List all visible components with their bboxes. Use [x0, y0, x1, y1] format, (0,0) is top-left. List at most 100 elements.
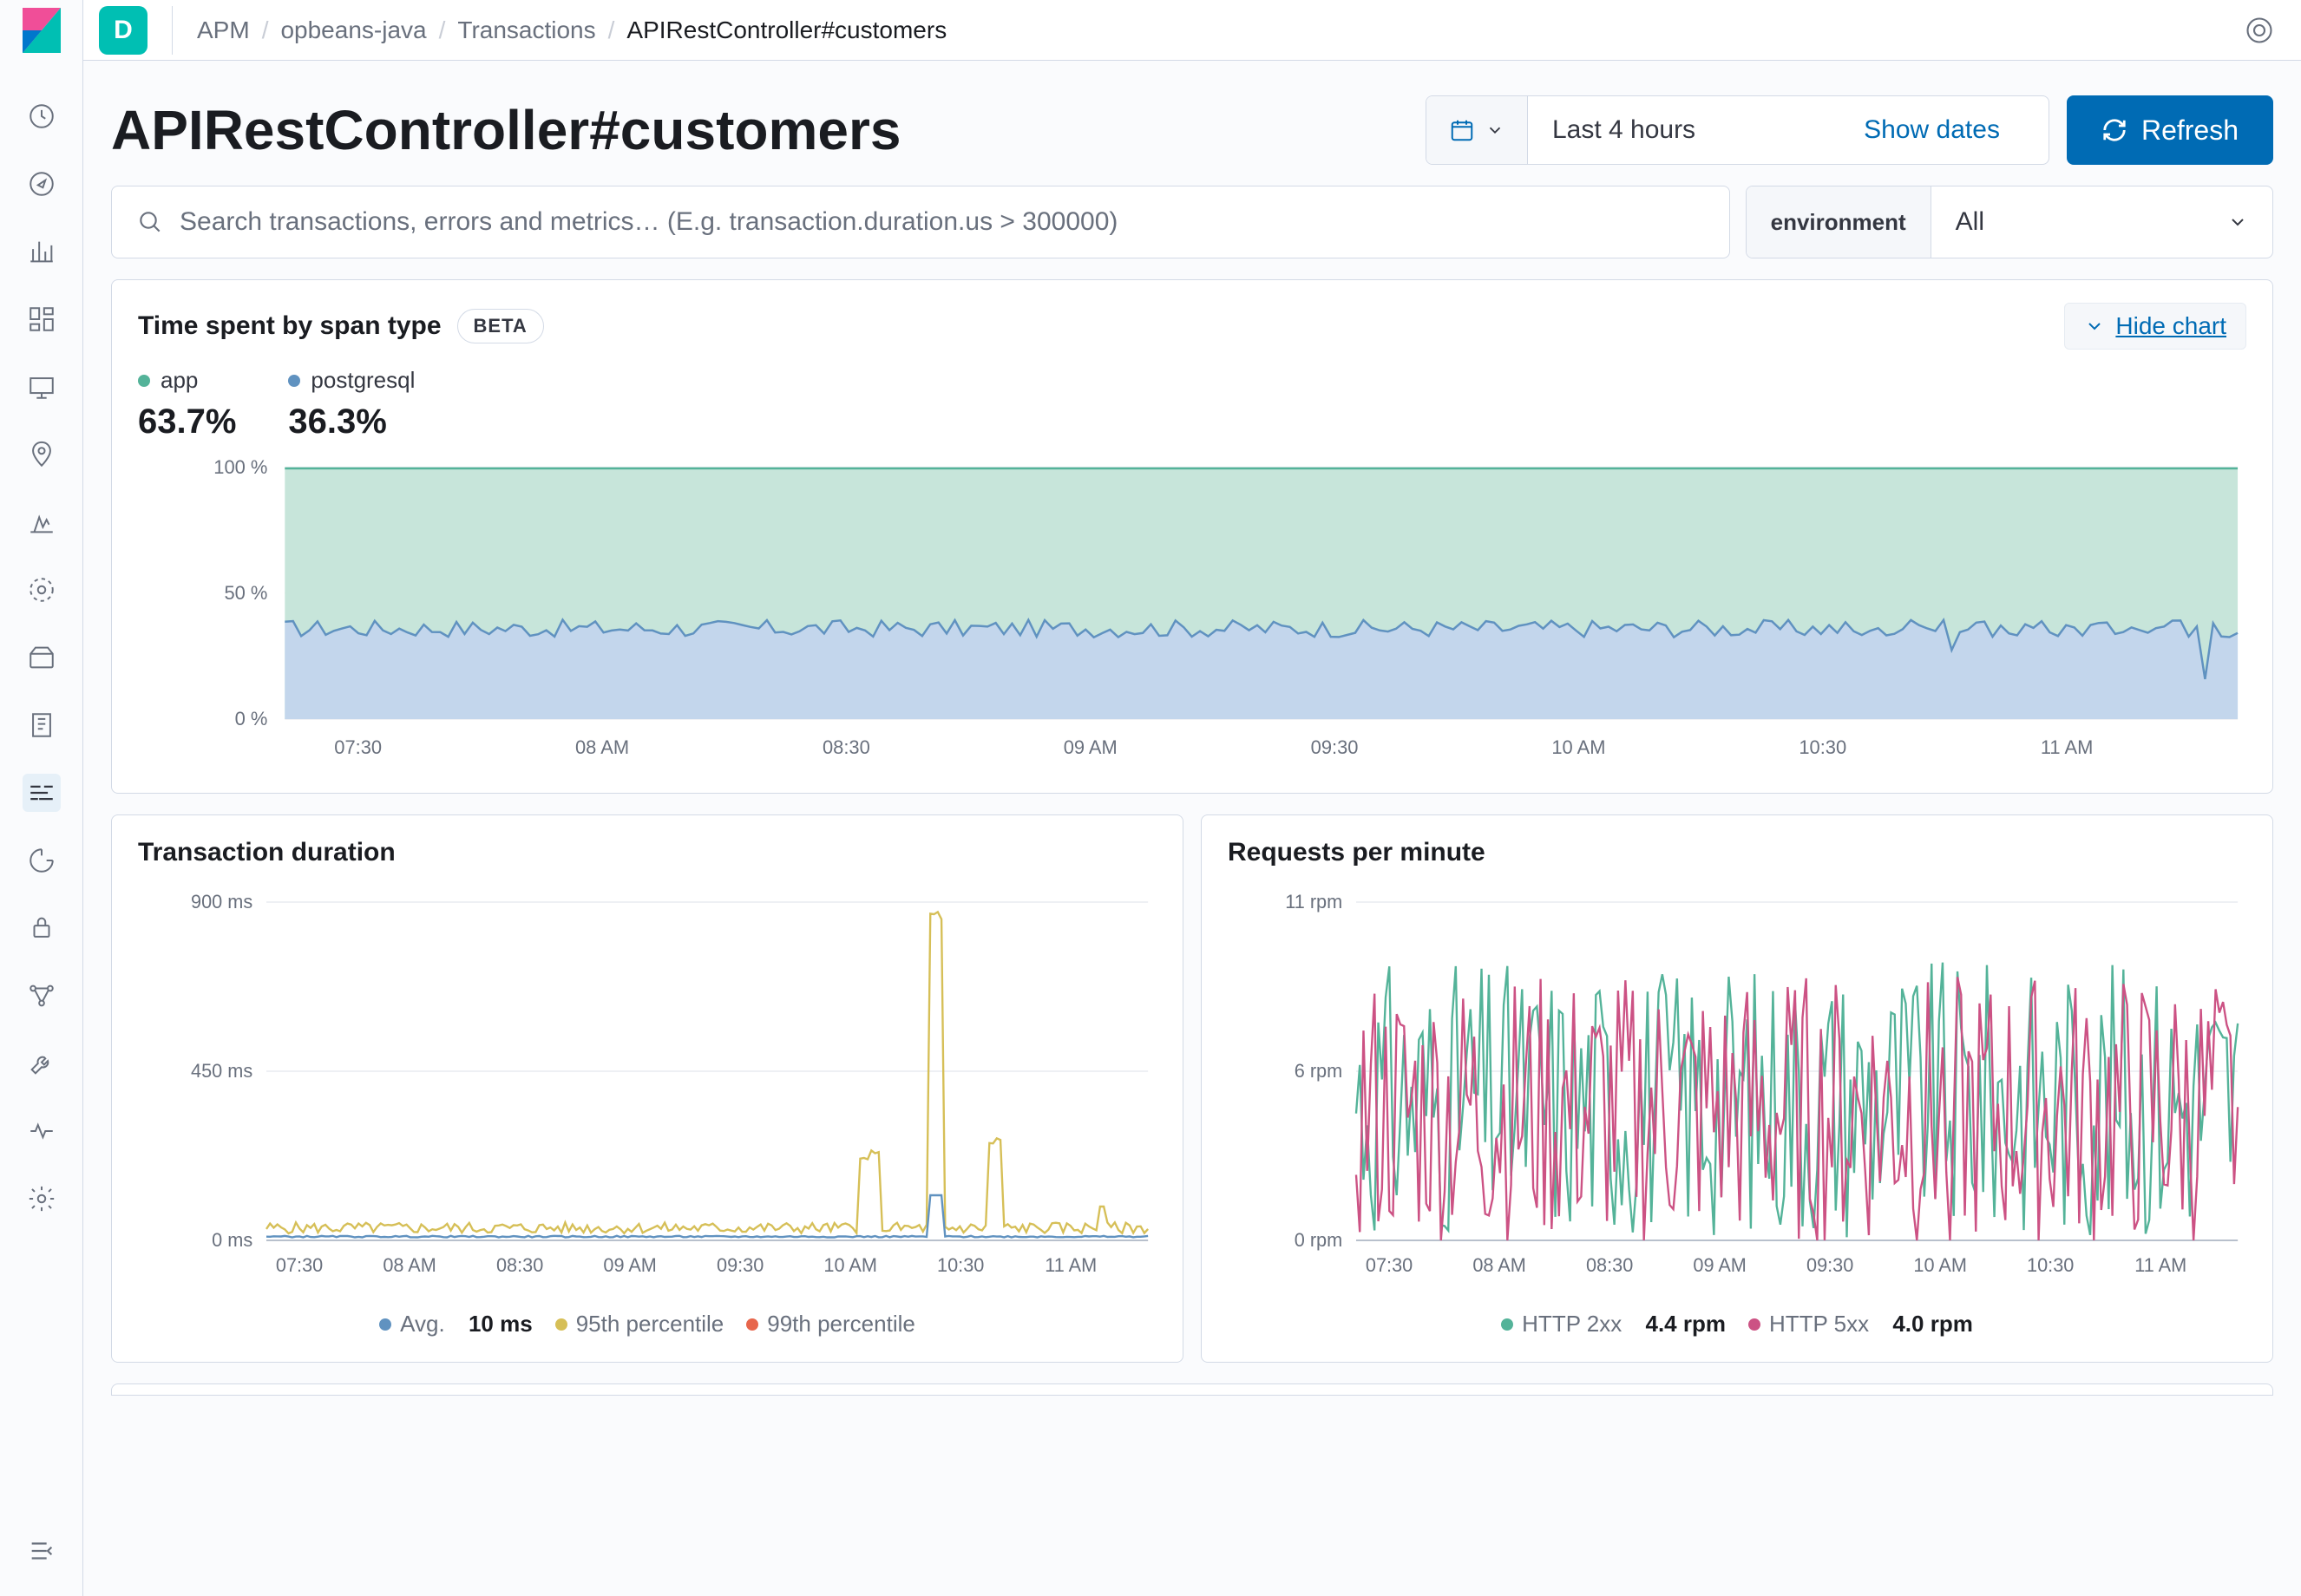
- legend-item-postgresql: postgresql 36.3%: [288, 367, 415, 442]
- span-chart: 100 %50 %0 %07:3008 AM08:3009 AM09:3010 …: [138, 459, 2246, 775]
- transaction-duration-panel: Transaction duration 900 ms450 ms0 ms07:…: [111, 814, 1183, 1363]
- metrics-icon[interactable]: [23, 706, 61, 744]
- logs-icon[interactable]: [23, 638, 61, 677]
- breadcrumb-service[interactable]: opbeans-java: [280, 16, 426, 44]
- svg-text:11 rpm: 11 rpm: [1285, 891, 1342, 912]
- duration-legend: Avg. 10 ms 95th percentile 99th percenti…: [138, 1311, 1157, 1338]
- svg-text:08 AM: 08 AM: [383, 1254, 436, 1276]
- breadcrumb-apm[interactable]: APM: [197, 16, 250, 44]
- breadcrumb-current: APIRestController#customers: [626, 16, 947, 44]
- refresh-button[interactable]: Refresh: [2067, 95, 2273, 165]
- svg-text:100 %: 100 %: [213, 459, 267, 478]
- maps-icon[interactable]: [23, 435, 61, 474]
- svg-text:08:30: 08:30: [823, 736, 870, 758]
- datepicker-value[interactable]: Last 4 hours Show dates: [1528, 96, 2049, 164]
- management-icon[interactable]: [23, 1180, 61, 1218]
- legend-item-app: app 63.7%: [138, 367, 236, 442]
- svg-text:0 ms: 0 ms: [212, 1229, 252, 1251]
- svg-text:11 AM: 11 AM: [2041, 736, 2093, 758]
- canvas-icon[interactable]: [23, 368, 61, 406]
- svg-text:0 rpm: 0 rpm: [1295, 1229, 1342, 1251]
- chevron-down-icon: [2227, 212, 2248, 232]
- environment-select[interactable]: All: [1931, 186, 2272, 258]
- super-datepicker: Last 4 hours Show dates: [1426, 95, 2049, 165]
- span-type-panel: Time spent by span type BETA Hide chart …: [111, 279, 2273, 794]
- newsfeed-icon[interactable]: [2242, 13, 2277, 48]
- svg-text:07:30: 07:30: [276, 1254, 323, 1276]
- svg-text:07:30: 07:30: [1366, 1254, 1413, 1276]
- rpm-chart: 11 rpm6 rpm0 rpm07:3008 AM08:3009 AM09:3…: [1228, 885, 2246, 1297]
- dashboard-icon[interactable]: [23, 300, 61, 338]
- span-panel-title: Time spent by span type: [138, 311, 442, 341]
- svg-text:10:30: 10:30: [1799, 736, 1846, 758]
- graph-icon[interactable]: [23, 977, 61, 1015]
- breadcrumbs: APM / opbeans-java / Transactions / APIR…: [197, 16, 947, 44]
- space-selector[interactable]: D: [99, 6, 148, 55]
- duration-chart: 900 ms 450 ms 0 ms 07:30 08 AM 08:30 09 AM 09:3…: [138, 885, 1157, 1297]
- chevron-down-icon: [1485, 121, 1504, 140]
- collapse-sidebar-icon[interactable]: [23, 1532, 61, 1570]
- monitoring-icon[interactable]: [23, 1112, 61, 1150]
- siem-icon[interactable]: [23, 909, 61, 947]
- svg-text:900 ms: 900 ms: [191, 891, 252, 912]
- svg-text:10:30: 10:30: [2027, 1254, 2074, 1276]
- rpm-title: Requests per minute: [1228, 838, 1485, 867]
- beta-badge: BETA: [457, 309, 544, 343]
- visualize-icon[interactable]: [23, 232, 61, 271]
- search-input[interactable]: [180, 207, 1705, 237]
- sidebar: [0, 0, 83, 1596]
- uptime-icon[interactable]: [23, 841, 61, 880]
- svg-text:09 AM: 09 AM: [603, 1254, 657, 1276]
- ml-icon[interactable]: [23, 503, 61, 541]
- recent-icon[interactable]: [23, 97, 61, 135]
- search-icon: [136, 208, 164, 236]
- apm-icon[interactable]: [23, 774, 61, 812]
- legend-pct-postgresql: 36.3%: [288, 402, 415, 442]
- topbar: D APM / opbeans-java / Transactions / AP…: [83, 0, 2301, 61]
- devtools-icon[interactable]: [23, 1044, 61, 1083]
- svg-text:08:30: 08:30: [496, 1254, 543, 1276]
- svg-text:6 rpm: 6 rpm: [1295, 1060, 1342, 1082]
- divider: [172, 6, 173, 55]
- kibana-logo[interactable]: [0, 0, 83, 61]
- chevron-down-icon: [2084, 316, 2105, 337]
- svg-text:09:30: 09:30: [717, 1254, 764, 1276]
- discover-icon[interactable]: [23, 165, 61, 203]
- refresh-icon: [2101, 117, 2127, 143]
- legend-avg: Avg. 10 ms: [379, 1311, 533, 1338]
- hide-chart-button[interactable]: Hide chart: [2064, 303, 2246, 350]
- next-panel-cutoff: [111, 1383, 2273, 1396]
- svg-text:08:30: 08:30: [1586, 1254, 1633, 1276]
- calendar-icon: [1449, 117, 1475, 143]
- environment-filter: environment All: [1746, 186, 2273, 258]
- svg-text:10:30: 10:30: [937, 1254, 984, 1276]
- page-header: APIRestController#customers Last 4 hours…: [111, 95, 2273, 165]
- page-title: APIRestController#customers: [111, 98, 1408, 162]
- svg-text:07:30: 07:30: [334, 736, 382, 758]
- legend-2xx: HTTP 2xx 4.4 rpm: [1501, 1311, 1726, 1338]
- environment-label: environment: [1747, 186, 1931, 258]
- search-box: [111, 186, 1730, 258]
- svg-text:50 %: 50 %: [224, 582, 267, 604]
- legend-95th: 95th percentile: [555, 1311, 724, 1338]
- svg-text:11 AM: 11 AM: [2134, 1254, 2186, 1276]
- svg-text:11 AM: 11 AM: [1045, 1254, 1097, 1276]
- span-legend: app 63.7% postgresql 36.3%: [138, 367, 2246, 442]
- svg-text:09 AM: 09 AM: [1064, 736, 1118, 758]
- quickselect-button[interactable]: [1426, 96, 1528, 164]
- legend-99th: 99th percentile: [746, 1311, 915, 1338]
- svg-text:10 AM: 10 AM: [1551, 736, 1605, 758]
- legend-dot: [138, 375, 150, 387]
- rpm-legend: HTTP 2xx 4.4 rpm HTTP 5xx 4.0 rpm: [1228, 1311, 2246, 1338]
- svg-text:450 ms: 450 ms: [191, 1060, 252, 1082]
- svg-text:09:30: 09:30: [1806, 1254, 1853, 1276]
- svg-text:09:30: 09:30: [1311, 736, 1359, 758]
- svg-text:10 AM: 10 AM: [1913, 1254, 1967, 1276]
- breadcrumb-transactions[interactable]: Transactions: [457, 16, 595, 44]
- show-dates-link[interactable]: Show dates: [1864, 115, 2024, 145]
- legend-dot: [288, 375, 300, 387]
- infrastructure-icon[interactable]: [23, 571, 61, 609]
- search-row: environment All: [111, 186, 2273, 258]
- space-letter: D: [114, 16, 133, 45]
- svg-text:08 AM: 08 AM: [1472, 1254, 1526, 1276]
